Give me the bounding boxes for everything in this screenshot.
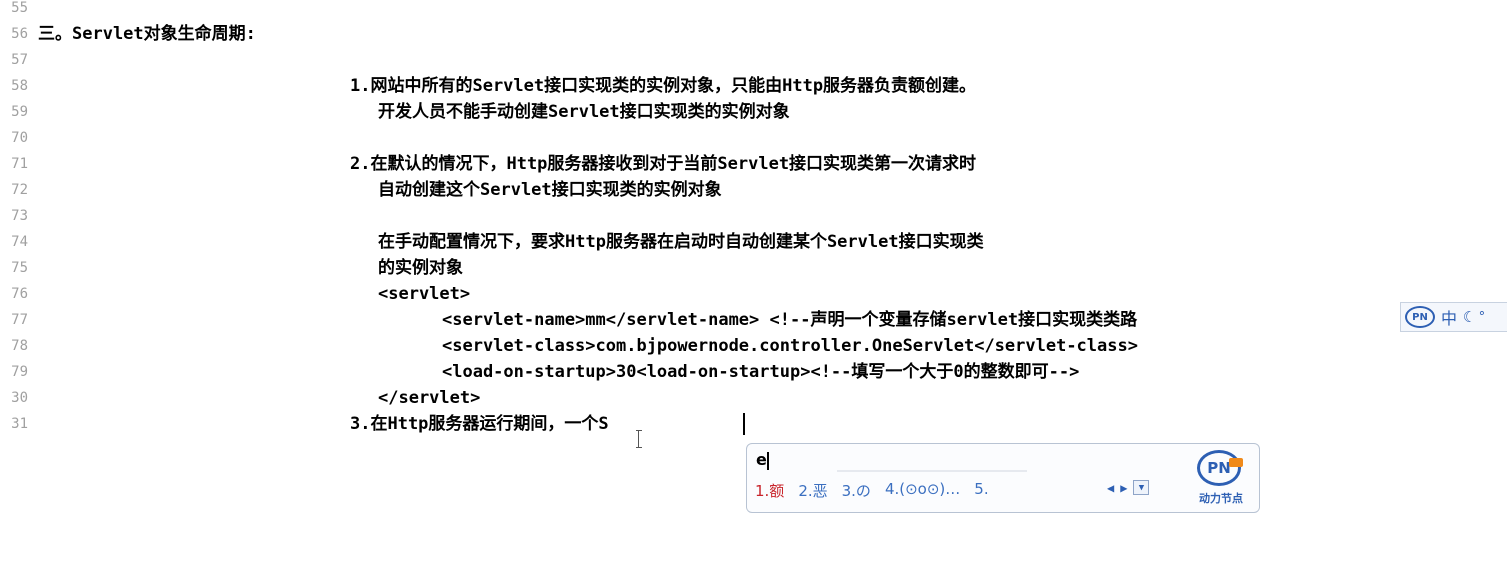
ime-separator <box>837 470 1027 472</box>
text-caret <box>743 413 745 435</box>
text-line: 自动创建这个Servlet接口实现类的实例对象 <box>378 180 722 200</box>
ime-candidate-window[interactable]: e 1.额 2.恶 3.の 4.(⊙o⊙)… 5. ◀ ▶ ▼ PN 动力节点 <box>746 443 1260 513</box>
code-line: <servlet-class>com.bjpowernode.controlle… <box>442 336 1138 356</box>
line-number: 30 <box>11 390 28 406</box>
half-width-moon-icon[interactable]: ☾ <box>1463 308 1472 326</box>
code-line: <servlet> <box>378 284 471 304</box>
code-line: </servlet> <box>378 388 481 408</box>
line-number: 75 <box>11 260 28 276</box>
line-number: 71 <box>11 156 28 172</box>
ime-candidate-list: 1.额 2.恶 3.の 4.(⊙o⊙)… 5. <box>755 480 1003 501</box>
ime-candidate-item[interactable]: 4.(⊙o⊙)… <box>885 480 960 501</box>
ime-brand-logo: PN 动力节点 <box>1191 450 1255 508</box>
brand-logo-icon: PN <box>1197 450 1241 486</box>
line-number: 55 <box>11 0 28 16</box>
line-number: 56 <box>11 26 28 42</box>
ime-logo-icon: PN <box>1405 306 1435 328</box>
text-line-current: 3.在Http服务器运行期间，一个S <box>350 414 609 434</box>
code-line: <servlet-name>mm</servlet-name> <!--声明一个… <box>442 310 1138 330</box>
text-line: 在手动配置情况下，要求Http服务器在启动时自动创建某个Servlet接口实现类 <box>378 232 984 252</box>
ime-composition-text: e <box>756 450 767 469</box>
page-down-icon[interactable]: ▶ <box>1120 481 1127 495</box>
brand-name: 动力节点 <box>1199 492 1243 505</box>
line-number: 79 <box>11 364 28 380</box>
text-line: 2.在默认的情况下，Http服务器接收到对于当前Servlet接口实现类第一次请… <box>350 154 977 174</box>
line-number: 72 <box>11 182 28 198</box>
ime-page-controls: ◀ ▶ ▼ <box>1107 480 1150 495</box>
line-number: 70 <box>11 130 28 146</box>
line-number: 31 <box>11 416 28 432</box>
page-up-icon[interactable]: ◀ <box>1107 481 1114 495</box>
expand-candidates-icon[interactable]: ▼ <box>1133 480 1150 495</box>
line-number: 57 <box>11 52 28 68</box>
line-number: 58 <box>11 78 28 94</box>
punctuation-icon[interactable]: ° <box>1478 310 1486 325</box>
line-number: 73 <box>11 208 28 224</box>
line-number: 74 <box>11 234 28 250</box>
ime-candidate-item[interactable]: 2.恶 <box>798 480 827 501</box>
ime-candidate-item[interactable]: 3.の <box>842 480 871 501</box>
line-number: 77 <box>11 312 28 328</box>
line-number: 59 <box>11 104 28 120</box>
line-number: 78 <box>11 338 28 354</box>
brand-accent <box>1229 458 1243 467</box>
code-line: <load-on-startup>30<load-on-startup><!--… <box>442 362 1080 382</box>
ime-candidate-item[interactable]: 1.额 <box>755 480 784 501</box>
section-heading: 三。Servlet对象生命周期: <box>38 24 256 44</box>
text-line: 1.网站中所有的Servlet接口实现类的实例对象，只能由Http服务器负责额创… <box>350 76 977 96</box>
text-line: 开发人员不能手动创建Servlet接口实现类的实例对象 <box>378 102 790 122</box>
text-line: 的实例对象 <box>378 258 463 278</box>
line-number: 76 <box>11 286 28 302</box>
ibeam-cursor-icon <box>636 430 642 448</box>
ime-composition-caret <box>767 452 769 470</box>
ime-status-bar[interactable]: PN 中 ☾ ° <box>1400 302 1507 332</box>
ime-candidate-item[interactable]: 5. <box>974 480 988 501</box>
ime-mode-toggle[interactable]: 中 <box>1441 305 1457 329</box>
